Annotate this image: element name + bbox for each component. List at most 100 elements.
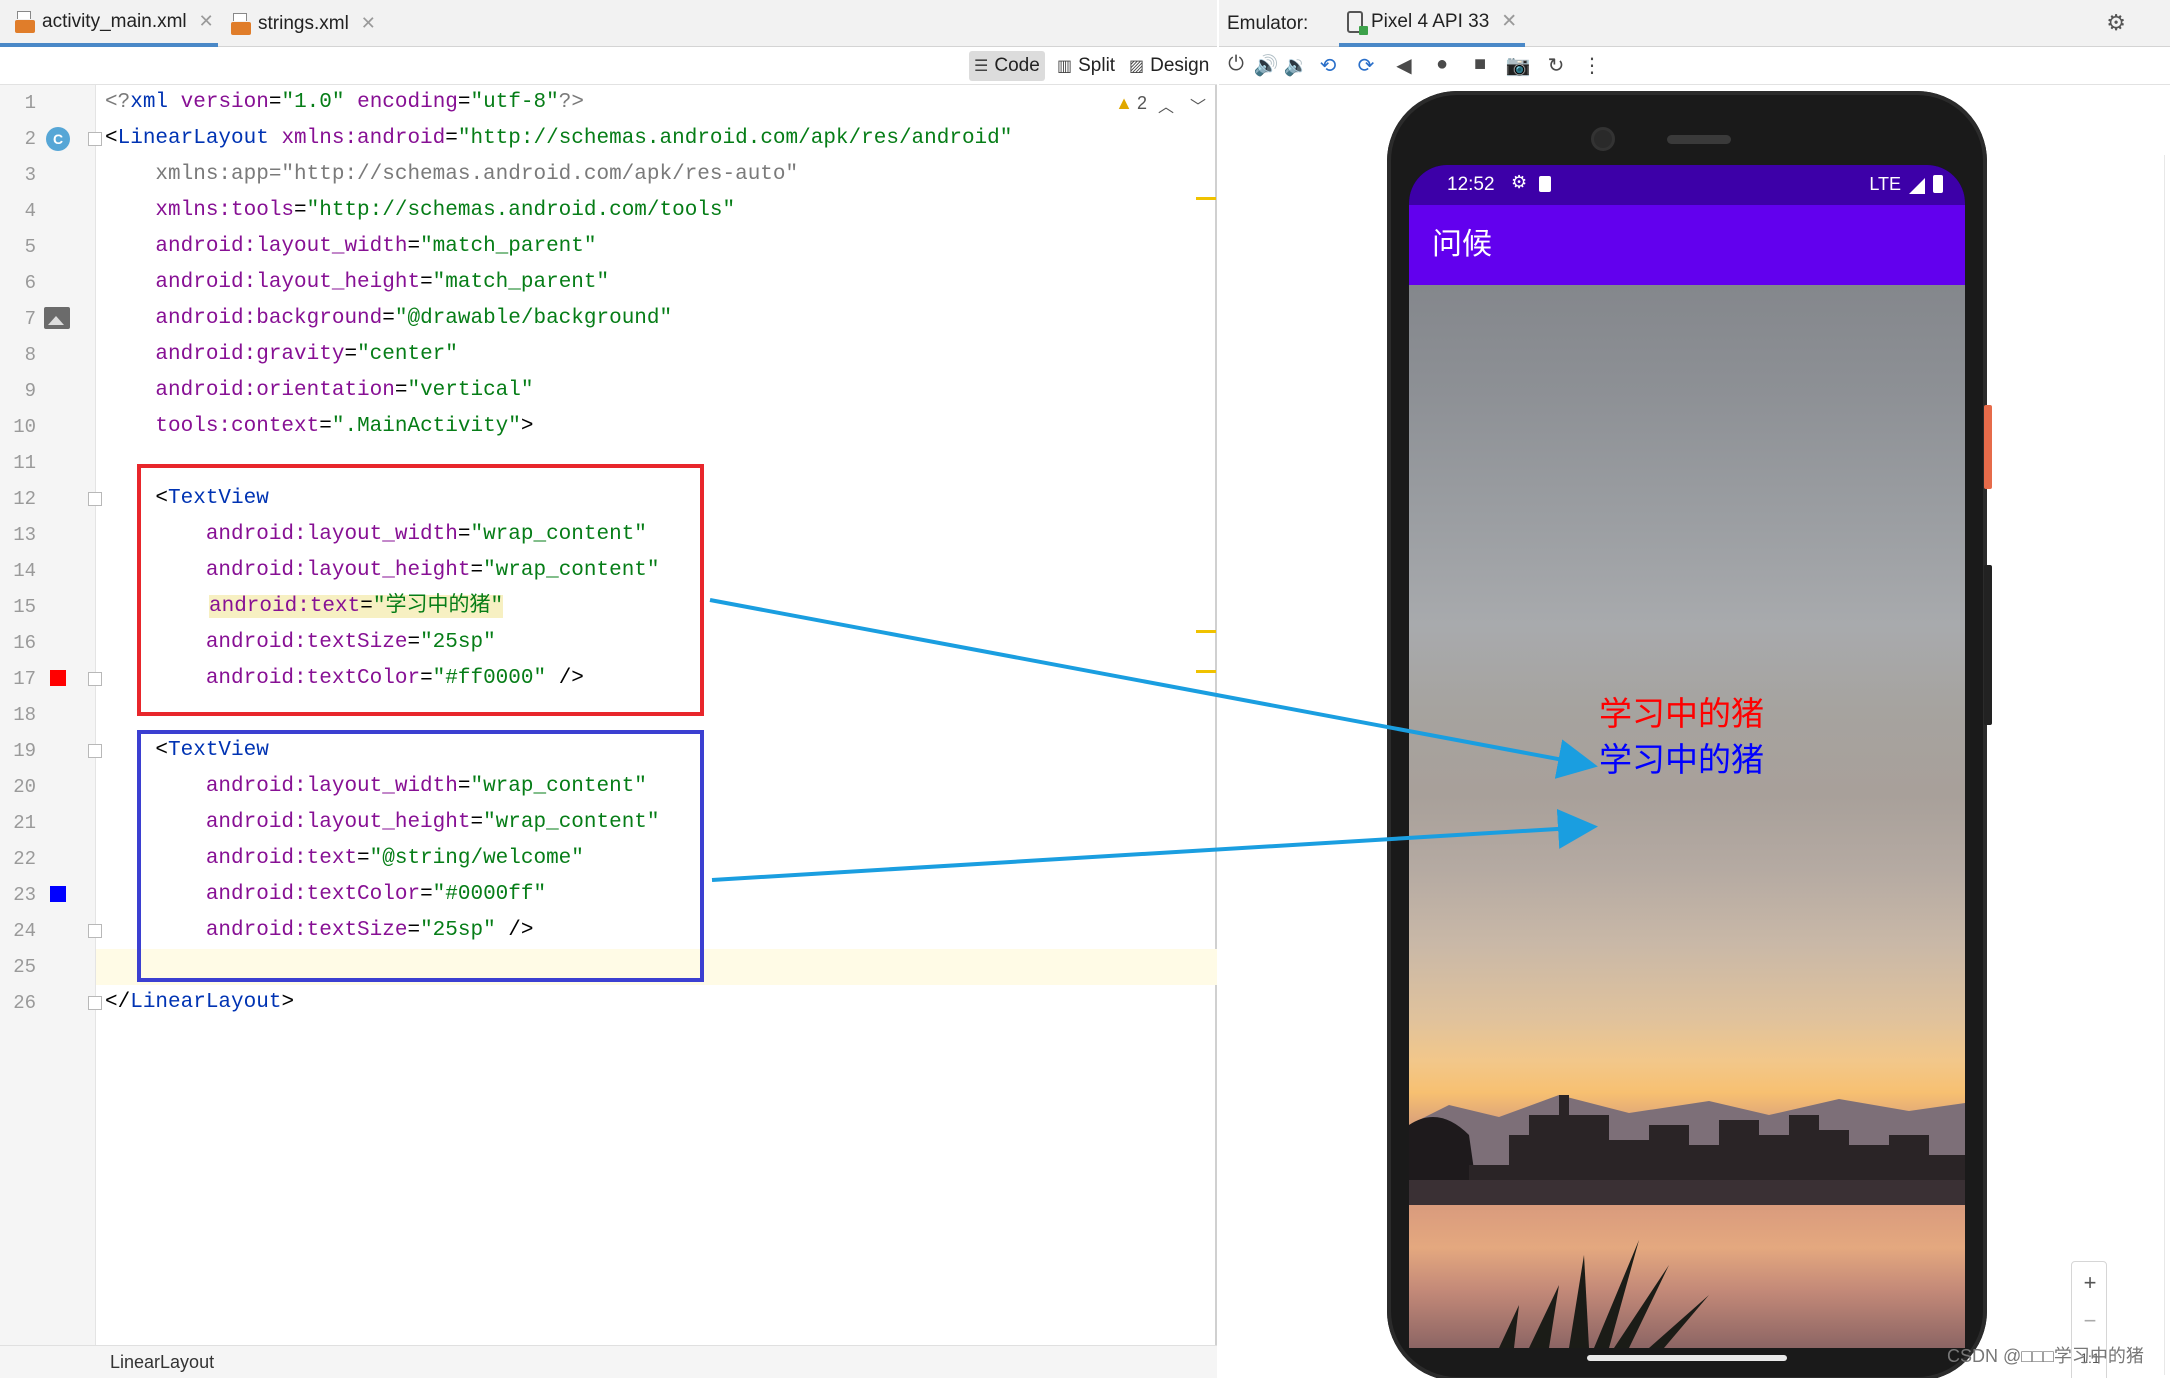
line-number: 19: [13, 740, 36, 762]
camera-icon[interactable]: 📷: [1505, 53, 1531, 78]
code-line: android:gravity="center": [105, 343, 458, 366]
device-tab[interactable]: Pixel 4 API 33 ✕: [1339, 0, 1526, 47]
sd-card-icon: [1539, 176, 1551, 192]
split-mode-icon: ▥: [1057, 58, 1073, 75]
fold-marker-icon[interactable]: [88, 924, 102, 938]
line-number: 23: [13, 884, 36, 906]
rotate-right-icon[interactable]: ⟳: [1353, 53, 1379, 78]
vertical-scrollbar[interactable]: [2164, 155, 2170, 1375]
split-mode-label: Split: [1078, 55, 1116, 76]
volume-down-icon[interactable]: 🔉: [1283, 53, 1309, 78]
line-number: 20: [13, 776, 36, 798]
design-mode-icon: ▨: [1129, 58, 1145, 75]
emulator-toolbar: ⏻ 🔊 🔉 ⟲ ⟳ ◀ ● ■ 📷 ↻ ⋮: [1219, 47, 2170, 85]
foreground-grass: [1499, 1240, 1709, 1348]
design-mode-label: Design: [1150, 55, 1210, 76]
sunset-background-image: [1409, 285, 1965, 1348]
line-number: 4: [24, 200, 36, 222]
gear-icon[interactable]: ⚙: [2106, 10, 2126, 36]
line-number: 1: [24, 92, 36, 114]
status-bar: 12:52 ⚙ LTE: [1409, 165, 1965, 205]
power-side-button[interactable]: [1984, 405, 1992, 489]
line-number: 25: [13, 956, 36, 978]
code-editor-pane: activity_main.xml ✕ strings.xml ✕ ☰ Code …: [0, 0, 1217, 1378]
battery-icon: [1933, 175, 1943, 193]
close-tab-icon[interactable]: ✕: [199, 11, 214, 32]
gesture-home-bar[interactable]: [1587, 1355, 1787, 1361]
more-icon[interactable]: ⋮: [1579, 53, 1605, 78]
home-icon[interactable]: ●: [1429, 53, 1455, 76]
fold-marker-icon[interactable]: [88, 132, 102, 146]
warning-scroll-marker[interactable]: [1196, 670, 1216, 673]
red-annotation-box: [137, 464, 704, 716]
overview-icon[interactable]: ■: [1467, 53, 1493, 76]
device-screen[interactable]: 12:52 ⚙ LTE 问候 学习中的猪 学习中的猪: [1409, 165, 1965, 1348]
code-mode-label: Code: [994, 55, 1040, 76]
tab-label: activity_main.xml: [42, 10, 187, 32]
settings-notification-icon: ⚙: [1511, 172, 1528, 192]
chevron-up-icon[interactable]: ︿: [1158, 93, 1174, 117]
code-line: android:background="@drawable/background…: [105, 307, 673, 330]
line-number: 26: [13, 992, 36, 1014]
front-camera: [1591, 127, 1615, 151]
line-number: 12: [13, 488, 36, 510]
line-number: 2: [24, 128, 36, 150]
image-preview-icon[interactable]: [44, 307, 70, 329]
design-mode-button[interactable]: ▨ Design: [1124, 51, 1214, 81]
replay-icon[interactable]: ↻: [1543, 53, 1569, 78]
tab-activity-main[interactable]: activity_main.xml ✕: [0, 0, 218, 47]
power-icon[interactable]: ⏻: [1223, 53, 1249, 76]
code-line: android:orientation="vertical": [105, 379, 534, 402]
emulator-display-area: 12:52 ⚙ LTE 问候 学习中的猪 学习中的猪 + − 1:1: [1219, 85, 2170, 1378]
fold-marker-icon[interactable]: [88, 672, 102, 686]
volume-side-button[interactable]: [1984, 565, 1992, 725]
fold-marker-icon[interactable]: [88, 492, 102, 506]
chevron-down-icon[interactable]: ﹀: [1190, 93, 1206, 117]
breadcrumb[interactable]: LinearLayout: [0, 1345, 1217, 1378]
warning-icon: ▲: [1115, 93, 1133, 113]
warning-scroll-marker[interactable]: [1196, 630, 1216, 633]
emulator-tab-bar: Emulator: Pixel 4 API 33 ✕ ⚙: [1219, 0, 2170, 47]
line-number: 24: [13, 920, 36, 942]
volume-up-icon[interactable]: 🔊: [1253, 53, 1279, 78]
zoom-in-button[interactable]: +: [2072, 1270, 2108, 1296]
line-number: 14: [13, 560, 36, 582]
line-number: 17: [13, 668, 36, 690]
line-number: 9: [24, 380, 36, 402]
line-number: 18: [13, 704, 36, 726]
line-number: 21: [13, 812, 36, 834]
zoom-out-button[interactable]: −: [2072, 1308, 2108, 1334]
tab-strings[interactable]: strings.xml ✕: [222, 0, 392, 47]
earpiece-speaker: [1667, 135, 1731, 144]
warning-scroll-marker[interactable]: [1196, 197, 1216, 200]
code-line: android:layout_width="match_parent": [105, 235, 597, 258]
class-badge-icon[interactable]: C: [46, 127, 70, 151]
red-color-swatch[interactable]: [50, 670, 66, 686]
textview-blue: 学习中的猪: [1599, 740, 1764, 779]
line-number: 3: [24, 164, 36, 186]
blue-annotation-box: [137, 730, 704, 982]
close-tab-icon[interactable]: ✕: [1501, 10, 1517, 33]
line-number: 6: [24, 272, 36, 294]
emulator-pane: Emulator: Pixel 4 API 33 ✕ ⚙ ⏻ 🔊 🔉 ⟲ ⟳ ◀…: [1219, 0, 2170, 1378]
line-number: 10: [13, 416, 36, 438]
device-icon: [1347, 10, 1368, 35]
warning-indicator[interactable]: ▲ 2: [1115, 93, 1147, 114]
close-tab-icon[interactable]: ✕: [361, 13, 376, 34]
line-number: 16: [13, 632, 36, 654]
rotate-left-icon[interactable]: ⟲: [1315, 53, 1341, 78]
code-mode-icon: ☰: [974, 58, 989, 75]
android-studio-window: activity_main.xml ✕ strings.xml ✕ ☰ Code …: [0, 0, 2170, 1378]
line-number: 5: [24, 236, 36, 258]
fold-marker-icon[interactable]: [88, 996, 102, 1010]
signal-icon: [1909, 178, 1925, 194]
blue-color-swatch[interactable]: [50, 886, 66, 902]
device-tab-label: Pixel 4 API 33: [1371, 10, 1490, 32]
split-mode-button[interactable]: ▥ Split: [1052, 51, 1120, 81]
city-skyline: [1409, 1095, 1965, 1205]
code-line: xmlns:app="http://schemas.android.com/ap…: [105, 163, 799, 186]
tab-label: strings.xml: [258, 12, 349, 34]
fold-marker-icon[interactable]: [88, 744, 102, 758]
back-icon[interactable]: ◀: [1391, 53, 1417, 78]
code-mode-button[interactable]: ☰ Code: [969, 51, 1045, 81]
